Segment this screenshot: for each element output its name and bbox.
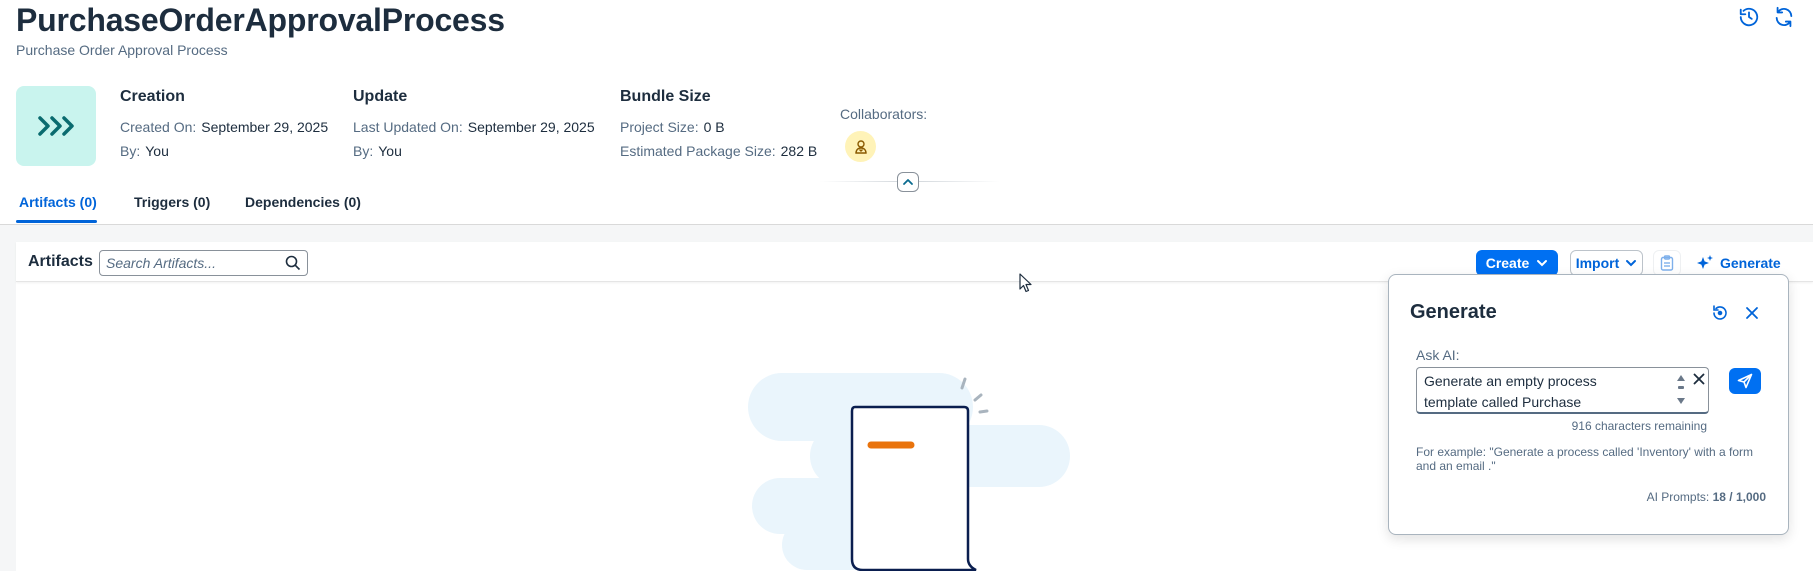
example-hint: For example: "Generate a process called … bbox=[1416, 445, 1753, 473]
active-tab-indicator bbox=[16, 220, 97, 223]
page-subtitle: Purchase Order Approval Process bbox=[16, 42, 228, 58]
artifacts-title: Artifacts bbox=[28, 253, 93, 270]
textarea-scrollbar[interactable] bbox=[1675, 372, 1687, 408]
process-avatar bbox=[16, 86, 96, 166]
prompt-textarea[interactable]: Generate an empty process template calle… bbox=[1416, 367, 1709, 414]
chevron-down-icon bbox=[1626, 260, 1637, 267]
ai-sparkle-icon bbox=[1697, 255, 1713, 269]
created-by: By: You bbox=[120, 143, 169, 159]
user-icon bbox=[854, 139, 867, 154]
generate-popover: Generate Ask AI: Generate an empty proce… bbox=[1388, 274, 1789, 535]
search-field[interactable] bbox=[99, 250, 308, 276]
tab-dependencies[interactable]: Dependencies (0) bbox=[245, 194, 361, 210]
collaborators-label: Collaborators: bbox=[840, 106, 928, 122]
send-icon bbox=[1737, 373, 1753, 389]
updated-by: By: You bbox=[353, 143, 402, 159]
tab-triggers[interactable]: Triggers (0) bbox=[134, 194, 210, 210]
import-button-label: Import bbox=[1575, 255, 1620, 271]
search-input[interactable] bbox=[106, 254, 276, 272]
send-button[interactable] bbox=[1729, 368, 1761, 394]
generate-popover-title: Generate bbox=[1410, 301, 1497, 323]
empty-state-illustration bbox=[748, 373, 1070, 571]
import-button[interactable]: Import bbox=[1570, 250, 1643, 276]
collaborator-avatar[interactable] bbox=[845, 131, 876, 162]
update-title: Update bbox=[353, 88, 408, 105]
close-icon[interactable] bbox=[1741, 302, 1763, 324]
refresh-icon[interactable] bbox=[1771, 4, 1797, 30]
page-title: PurchaseOrderApprovalProcess bbox=[16, 2, 505, 38]
creation-title: Creation bbox=[120, 88, 185, 105]
prompt-text[interactable]: Generate an empty process template calle… bbox=[1424, 371, 1644, 412]
mouse-pointer bbox=[1019, 273, 1032, 293]
create-button[interactable]: Create bbox=[1476, 250, 1558, 276]
tab-artifacts[interactable]: Artifacts (0) bbox=[19, 194, 97, 210]
generate-button-label: Generate bbox=[1720, 255, 1781, 271]
search-icon[interactable] bbox=[285, 255, 301, 271]
reset-icon[interactable] bbox=[1709, 302, 1731, 324]
paste-button[interactable] bbox=[1653, 250, 1681, 276]
bundle-size-title: Bundle Size bbox=[620, 88, 711, 105]
object-page-header: PurchaseOrderApprovalProcess Purchase Or… bbox=[0, 0, 1813, 225]
ask-ai-label: Ask AI: bbox=[1416, 347, 1460, 363]
created-on: Created On: September 29, 2025 bbox=[120, 119, 329, 135]
project-size: Project Size: 0 B bbox=[620, 119, 725, 135]
clear-icon[interactable] bbox=[1691, 371, 1707, 387]
collapse-header-button[interactable] bbox=[897, 172, 919, 192]
chevron-down-icon bbox=[1537, 260, 1548, 267]
chevron-up-icon bbox=[903, 179, 913, 185]
estimated-package-size: Estimated Package Size: 282 B bbox=[620, 143, 818, 159]
history-icon[interactable] bbox=[1736, 4, 1762, 30]
chevrons-right-icon bbox=[38, 116, 74, 136]
last-updated-on: Last Updated On: September 29, 2025 bbox=[353, 119, 595, 135]
create-button-label: Create bbox=[1485, 255, 1530, 271]
ai-prompts-counter: AI Prompts: 18 / 1,000 bbox=[1646, 490, 1766, 504]
characters-remaining: 916 characters remaining bbox=[1571, 419, 1707, 433]
clipboard-icon bbox=[1660, 255, 1674, 271]
generate-button[interactable]: Generate bbox=[1696, 252, 1781, 274]
